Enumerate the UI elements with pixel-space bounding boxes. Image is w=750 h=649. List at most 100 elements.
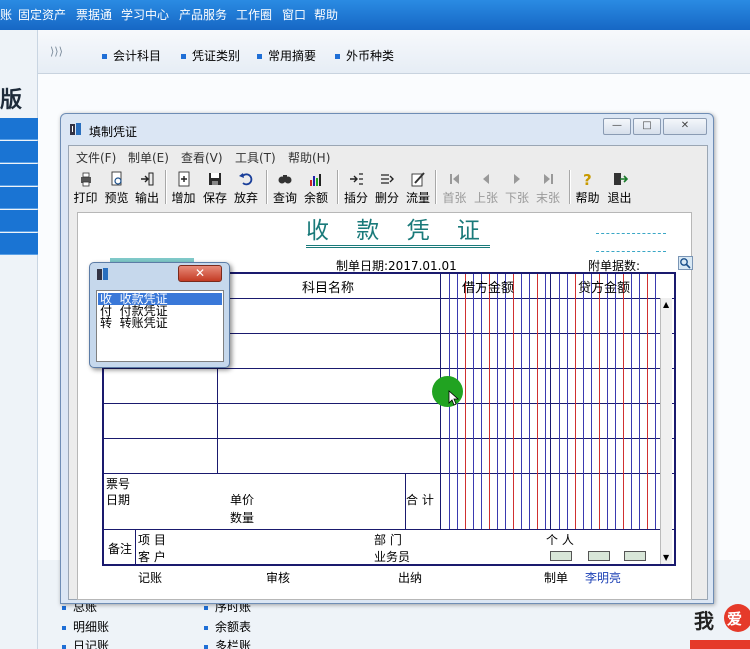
link-multi-column[interactable]: 多栏账 xyxy=(204,637,251,649)
toolbar-separator xyxy=(165,170,167,204)
subnav-accounts[interactable]: 会计科目 xyxy=(102,47,161,64)
footer-maker: 李明亮 xyxy=(585,571,622,585)
menu-view[interactable]: 查看(V) xyxy=(181,149,223,166)
grid-line xyxy=(104,529,674,530)
toolbar-cashflow-button[interactable]: 流量 xyxy=(402,168,434,207)
menu-item-products[interactable]: 产品服务 xyxy=(179,6,227,23)
header-account: 科目名称 xyxy=(302,281,355,296)
toolbar-label: 打印 xyxy=(73,191,98,205)
toolbar-print-button[interactable]: 打印 xyxy=(71,168,100,207)
attachment-search-icon[interactable] xyxy=(678,256,693,270)
toolbar: 打印 预览 输出 增加 保存 放弃 查询 余额 插分 删分 流量 首张 上张 下张 末张 ? 帮助 退出 xyxy=(69,167,707,209)
link-balance-sheet[interactable]: 余额表 xyxy=(204,618,251,635)
sidebar-nav-item[interactable] xyxy=(0,187,38,209)
minimize-button[interactable]: — xyxy=(603,118,631,135)
toolbar-label: 插分 xyxy=(343,191,368,205)
toolbar-discard-button[interactable]: 放弃 xyxy=(231,168,261,207)
label-unit-price: 单价 xyxy=(230,493,255,507)
menu-item-help[interactable]: 帮助 xyxy=(314,6,338,23)
print-icon xyxy=(80,172,91,187)
svg-text:我: 我 xyxy=(694,609,714,633)
toolbar-export-button[interactable]: 输出 xyxy=(132,168,162,207)
phone-icon[interactable] xyxy=(588,551,610,561)
toolbar-label: 预览 xyxy=(104,191,129,205)
scroll-down-icon[interactable]: ▼ xyxy=(663,553,669,562)
toolbar-first-button[interactable]: 首张 xyxy=(439,168,470,207)
toolbar-next-button[interactable]: 下张 xyxy=(502,168,532,207)
toolbar-add-button[interactable]: 增加 xyxy=(168,168,199,207)
toolbar-query-button[interactable]: 查询 xyxy=(270,168,300,207)
sidebar-nav-item[interactable] xyxy=(0,164,38,186)
toolbar-balance-button[interactable]: 余额 xyxy=(301,168,331,207)
link-detail-ledger[interactable]: 明细账 xyxy=(62,618,109,635)
sidebar-nav-item[interactable] xyxy=(0,233,38,255)
toolbar-last-button[interactable]: 末张 xyxy=(533,168,563,207)
menu-make[interactable]: 制单(E) xyxy=(128,149,169,166)
subnav-currency[interactable]: 外币种类 xyxy=(335,47,394,64)
sidebar-nav-item[interactable] xyxy=(0,141,38,163)
menu-item-ledger[interactable]: 账 xyxy=(0,6,12,23)
menu-file[interactable]: 文件(F) xyxy=(76,149,116,166)
maximize-button[interactable]: □ xyxy=(633,118,661,135)
menu-item-workcircle[interactable]: 工作圈 xyxy=(236,6,272,23)
insert-entry-icon xyxy=(350,173,363,185)
menu-help[interactable]: 帮助(H) xyxy=(288,149,330,166)
edit-card-icon[interactable] xyxy=(624,551,646,561)
sidebar-nav-item[interactable] xyxy=(0,210,38,232)
footer-cashier: 出纳 xyxy=(398,571,423,585)
subnav-common-summary[interactable]: 常用摘要 xyxy=(257,47,316,64)
grid-line xyxy=(599,274,600,529)
voucher-window-icon xyxy=(70,123,81,135)
toolbar-delete-entry-button[interactable]: 删分 xyxy=(373,168,401,207)
add-icon xyxy=(178,171,189,187)
sidebar-nav-item[interactable] xyxy=(0,118,38,140)
menu-item-window[interactable]: 窗口 xyxy=(282,6,306,23)
grid-line xyxy=(583,274,584,529)
vertical-scrollbar[interactable]: ▲ ▼ xyxy=(660,298,672,564)
menu-item-bill[interactable]: 票据通 xyxy=(76,6,112,23)
toolbar-insert-entry-button[interactable]: 插分 xyxy=(341,168,371,207)
toolbar-separator xyxy=(337,170,339,204)
footer-audit: 审核 xyxy=(266,571,291,585)
toolbar-separator xyxy=(266,170,268,204)
preview-icon xyxy=(111,171,122,186)
scroll-up-icon[interactable]: ▲ xyxy=(663,300,669,309)
toolbar-prev-button[interactable]: 上张 xyxy=(471,168,501,207)
voucher-type-list: 收 收款凭证 付 付款凭证 转 转账凭证 xyxy=(96,290,224,362)
save-icon xyxy=(209,173,221,185)
footer-bookkeep: 记账 xyxy=(138,571,163,585)
window-title: 填制凭证 xyxy=(89,125,138,139)
discard-icon xyxy=(239,173,253,186)
grid-line xyxy=(537,274,538,529)
list-item[interactable]: 转 转账凭证 xyxy=(98,317,222,329)
voucher-title: 收 款 凭 证 xyxy=(306,217,490,248)
toolbar-label: 末张 xyxy=(535,191,560,205)
toolbar-separator xyxy=(569,170,571,204)
export-icon xyxy=(141,172,154,186)
balance-icon xyxy=(310,174,321,186)
toolbar-help-button[interactable]: ? 帮助 xyxy=(572,168,603,207)
subnav-voucher-types[interactable]: 凭证类别 xyxy=(181,47,240,64)
menu-item-learning[interactable]: 学习中心 xyxy=(121,6,169,23)
toolbar-preview-button[interactable]: 预览 xyxy=(102,168,131,207)
expand-arrows-icon[interactable]: ⟩⟩⟩ xyxy=(50,45,63,58)
popup-close-button[interactable]: ✕ xyxy=(178,265,222,282)
toolbar-exit-button[interactable]: 退出 xyxy=(604,168,635,207)
person-card-icon[interactable] xyxy=(550,551,572,561)
grid-line xyxy=(559,274,560,529)
grid-line xyxy=(505,274,506,529)
close-button[interactable]: ✕ xyxy=(663,118,707,135)
grid-line xyxy=(655,274,656,529)
sub-navigation: ⟩⟩⟩ 会计科目 凭证类别 常用摘要 外币种类 xyxy=(38,30,750,74)
label-quantity: 数量 xyxy=(230,511,255,525)
grid-line xyxy=(623,274,624,529)
toolbar-label: 删分 xyxy=(374,191,399,205)
grid-line xyxy=(104,368,674,369)
link-journal[interactable]: 日记账 xyxy=(62,637,109,649)
toolbar-save-button[interactable]: 保存 xyxy=(200,168,230,207)
menu-tools[interactable]: 工具(T) xyxy=(235,149,276,166)
menu-item-fixed-assets[interactable]: 固定资产 xyxy=(18,6,66,23)
window-menu-bar: 文件(F) 制单(E) 查看(V) 工具(T) 帮助(H) xyxy=(69,146,707,166)
grid-line xyxy=(489,274,490,529)
prev-icon xyxy=(483,174,489,184)
